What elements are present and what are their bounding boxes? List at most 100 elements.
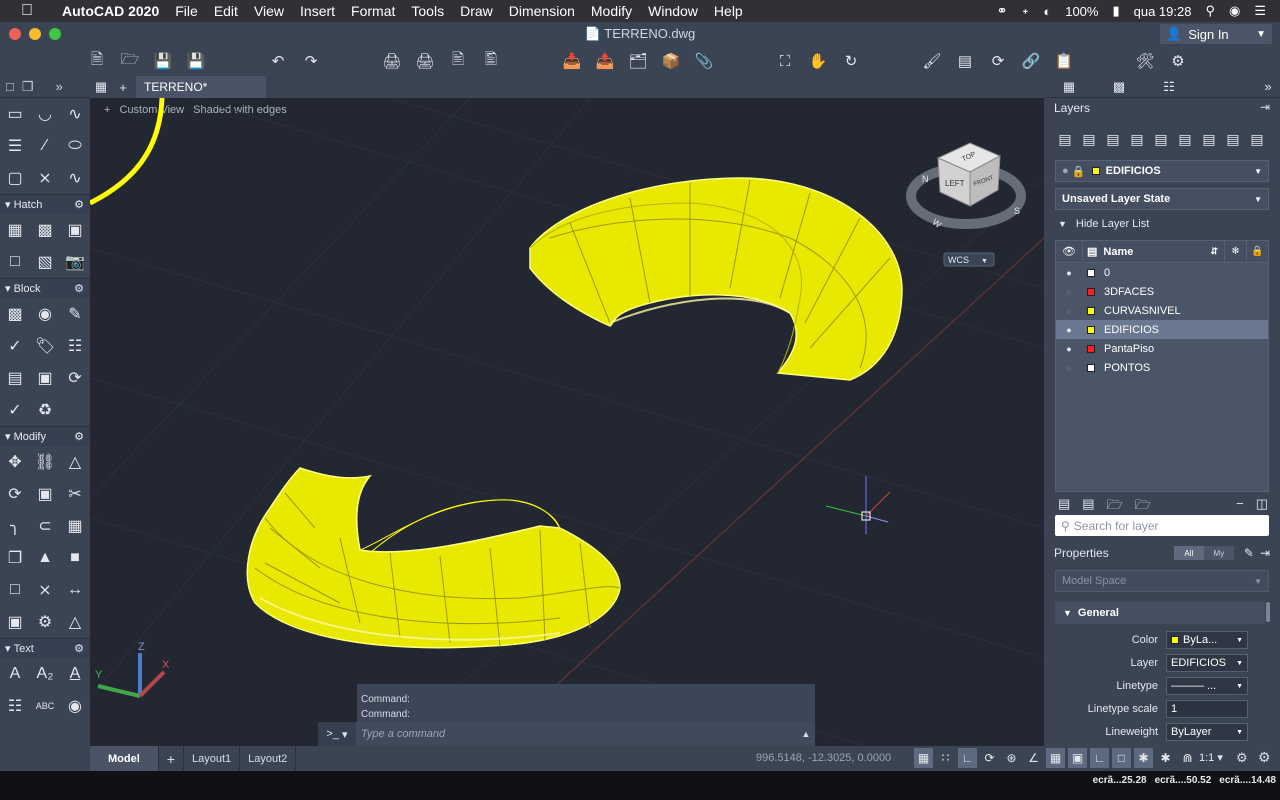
menu-draw[interactable]: Draw — [452, 3, 501, 19]
add-layout-icon[interactable]: + — [159, 746, 184, 771]
current-layer-dropdown[interactable]: ● 🔒 EDIFICIOS ▼ — [1055, 160, 1269, 182]
hatch-lines-icon[interactable]: ☰ — [4, 135, 26, 157]
offset-icon[interactable]: ⊂ — [34, 515, 56, 537]
stretch-icon[interactable]: ▲ — [34, 547, 56, 569]
break-icon[interactable]: ⨯ — [34, 579, 56, 601]
draw-tab-icon[interactable]: □ — [6, 79, 14, 94]
rectangle-icon[interactable]: ▭ — [4, 103, 26, 125]
3d-osnap-icon[interactable]: ▣ — [1068, 748, 1087, 768]
layer-dropdown[interactable]: EDIFICIOS ▼ — [1166, 654, 1248, 672]
redo-icon[interactable]: ↷ — [300, 50, 322, 72]
fillet-icon[interactable]: ╮ — [4, 515, 26, 537]
drawing-viewport[interactable]: + Custom View Shaded with edges Z Y X TO… — [90, 98, 1044, 746]
gear-icon[interactable]: ⚙ — [74, 430, 84, 443]
visibility-icon[interactable]: 👁 — [1056, 245, 1082, 258]
layer-on-toggle-icon[interactable]: ○ — [1056, 363, 1082, 373]
text-section-header[interactable]: ▾ Text ⚙ — [0, 638, 90, 658]
open-file-icon[interactable]: 🗁 — [119, 50, 141, 72]
chevron-up-icon[interactable]: ▲ — [797, 729, 815, 739]
color-dropdown[interactable]: ByLa... ▼ — [1166, 631, 1248, 649]
tab-layout1[interactable]: Layout1 — [184, 746, 241, 771]
block-editor-icon[interactable]: 🛠 — [1134, 50, 1156, 72]
field-icon[interactable]: ◉ — [64, 695, 86, 717]
trim-icon[interactable]: ✂ — [64, 483, 86, 505]
layer-properties-icon[interactable]: ▤ — [954, 50, 976, 72]
layer-color-cell[interactable] — [1082, 325, 1100, 334]
insert-block-icon[interactable]: ▩ — [4, 303, 26, 325]
creative-cloud-icon[interactable]: ⚭ — [997, 3, 1008, 19]
edit-block-icon[interactable]: ✎ — [64, 303, 86, 325]
copy-icon[interactable]: ⛓ — [34, 451, 56, 473]
battery-icon[interactable]: ▮ — [1112, 3, 1119, 19]
edit-polyline-icon[interactable]: ▣ — [4, 611, 26, 633]
linetype-dropdown[interactable]: ——— ... ▼ — [1166, 677, 1248, 695]
define-attributes-icon[interactable]: ✓ — [4, 399, 26, 421]
refresh-icon[interactable]: ⟳ — [987, 50, 1009, 72]
dynamic-ucs-icon[interactable]: ∟ — [1090, 748, 1109, 768]
block-palette-icon[interactable]: ♻ — [34, 399, 56, 421]
move-icon[interactable]: ✥ — [4, 451, 26, 473]
spotlight-icon[interactable]: ⚲ — [1205, 3, 1215, 19]
menu-app-name[interactable]: AutoCAD 2020 — [54, 3, 167, 19]
osnap-tracking-icon[interactable]: ∠ — [1024, 748, 1043, 768]
table-icon[interactable]: ☷ — [4, 695, 26, 717]
command-prompt-button[interactable]: >_ ▾ — [318, 722, 356, 746]
menu-tools[interactable]: Tools — [403, 3, 452, 19]
wifi-icon[interactable]: ◐ — [1043, 4, 1051, 19]
join-icon[interactable]: ↔ — [64, 579, 86, 601]
manage-attributes-icon[interactable]: ☷ — [64, 335, 86, 357]
save-as-icon[interactable]: 💾 — [185, 50, 207, 72]
layer-row[interactable]: ○ 3DFACES — [1056, 282, 1268, 301]
menu-view[interactable]: View — [246, 3, 292, 19]
desktop-file[interactable]: ecrã....50.52 — [1155, 775, 1212, 786]
scale-icon[interactable]: ▣ — [34, 483, 56, 505]
tab-terreno[interactable]: TERRENO* — [136, 76, 266, 98]
layer-color-cell[interactable] — [1082, 287, 1100, 296]
freeze-column-icon[interactable]: ❄ — [1224, 240, 1246, 263]
gizmo-icon[interactable]: ✱ — [1134, 748, 1153, 768]
layer-color-cell[interactable] — [1082, 268, 1100, 277]
tool-palettes-icon[interactable]: ⚙ — [1167, 50, 1189, 72]
layer-lock-icon[interactable]: ▤ — [1200, 130, 1218, 148]
layer-on-toggle-icon[interactable]: ○ — [1056, 306, 1082, 316]
isodraft-toggle-icon[interactable]: ⊛ — [1002, 748, 1021, 768]
sign-in-button[interactable]: 👤 Sign In ▼ — [1160, 24, 1272, 44]
bluetooth-icon[interactable]: ᛭ — [1022, 4, 1030, 19]
wipeout-icon[interactable]: □ — [4, 251, 26, 273]
share-icon[interactable]: 🗂 — [627, 50, 649, 72]
save-icon[interactable]: 💾 — [152, 50, 174, 72]
spell-check-icon[interactable]: ABC — [34, 695, 56, 717]
tab-layers-icon[interactable]: ▦ — [1044, 79, 1094, 95]
layer-color-cell[interactable] — [1082, 306, 1100, 315]
gear-icon[interactable]: ⚙ — [74, 282, 84, 295]
panel-dock-icon[interactable]: ⇥ — [1260, 100, 1270, 114]
gradient-icon[interactable]: ▩ — [34, 219, 56, 241]
new-tab-icon[interactable]: + — [112, 80, 134, 95]
tab-blocks-icon[interactable]: ▩ — [1094, 79, 1144, 95]
desktop-file[interactable]: ecrã...25.28 — [1093, 775, 1147, 786]
zoom-window-icon[interactable]: ⛶ — [774, 50, 796, 72]
compass-n-label[interactable]: N — [922, 174, 929, 184]
write-block-icon[interactable]: ▤ — [4, 367, 26, 389]
layer-properties-icon[interactable]: ▤ — [1056, 130, 1074, 148]
orbit-icon[interactable]: ↻ — [840, 50, 862, 72]
osnap-toggle-icon[interactable]: ▦ — [1046, 748, 1065, 768]
brush-icon[interactable]: △ — [64, 611, 86, 633]
lineweight-dropdown[interactable]: ByLayer ▼ — [1166, 723, 1248, 741]
filter-all[interactable]: All — [1173, 546, 1204, 560]
xline-icon[interactable]: ⨯ — [34, 167, 56, 189]
layer-on-toggle-icon[interactable]: ● — [1056, 344, 1082, 354]
rotate-icon[interactable]: ⟳ — [4, 483, 26, 505]
layer-on-toggle-icon[interactable]: ● — [1056, 268, 1082, 278]
boundary-icon[interactable]: ▣ — [64, 219, 86, 241]
menu-insert[interactable]: Insert — [292, 3, 343, 19]
ellipse-icon[interactable]: ⬭ — [64, 135, 86, 157]
layer-on-toggle-icon[interactable]: ○ — [1056, 287, 1082, 297]
properties-scrollbar[interactable] — [1266, 602, 1270, 622]
layer-row[interactable]: ● 0 — [1056, 263, 1268, 282]
attach-icon[interactable]: 📎 — [693, 50, 715, 72]
apple-icon[interactable]:  — [0, 2, 54, 20]
gear-icon[interactable]: ⚙ — [74, 198, 84, 211]
layer-row[interactable]: ● EDIFICIOS — [1056, 320, 1268, 339]
external-references-icon[interactable]: 🔗 — [1020, 50, 1042, 72]
